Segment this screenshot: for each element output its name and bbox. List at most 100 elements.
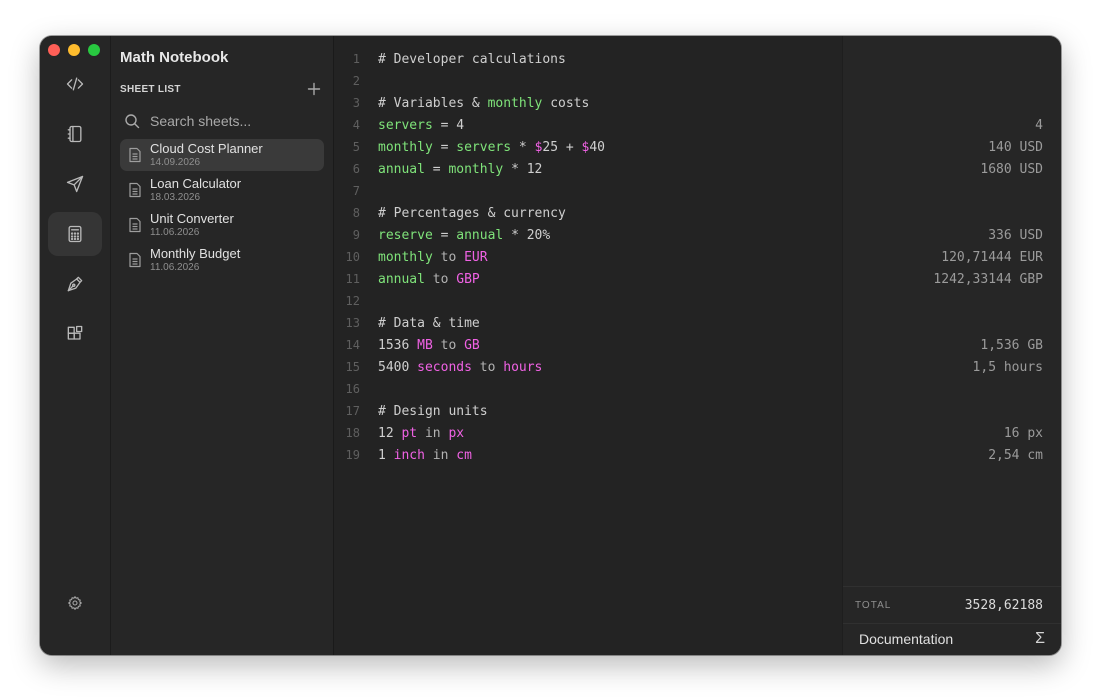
sheet-meta: Cloud Cost Planner 14.09.2026 xyxy=(150,142,263,169)
code-line[interactable]: 1 # Developer calculations xyxy=(334,48,842,70)
line-content: 1536 MB to GB xyxy=(378,338,480,353)
total-label: TOTAL xyxy=(855,599,892,611)
token-comment: # Percentages & currency xyxy=(378,205,566,221)
result-value: 4 xyxy=(1035,117,1043,133)
result-value xyxy=(843,400,1061,422)
add-sheet-button[interactable] xyxy=(306,81,322,97)
line-number: 12 xyxy=(345,294,360,308)
activity-send-button[interactable] xyxy=(48,162,102,206)
token-num: 1536 xyxy=(378,337,418,353)
token-unit: GB xyxy=(464,337,480,353)
code-line[interactable]: 9 reserve = annual * 20% xyxy=(334,224,842,246)
code-line[interactable]: 3 # Variables & monthly costs xyxy=(334,92,842,114)
token-op: + xyxy=(558,139,582,155)
token-var: annual xyxy=(456,227,504,243)
token-kw: to xyxy=(471,359,504,375)
code-line[interactable]: 11 annual to GBP xyxy=(334,268,842,290)
sheet-item[interactable]: Cloud Cost Planner 14.09.2026 xyxy=(120,139,324,171)
token-kw: to xyxy=(432,337,465,353)
result-lines: 4 140 USD 1680 USD 336 USD 120,71444 EUR 1242… xyxy=(843,48,1061,466)
line-number: 1 xyxy=(352,52,360,66)
activity-blocks-button[interactable] xyxy=(48,312,102,356)
plus-icon xyxy=(307,82,321,96)
app-window: Math Notebook SHEET LIST Cloud Cost Plan… xyxy=(40,36,1061,655)
code-line[interactable]: 13 # Data & time xyxy=(334,312,842,334)
gear-icon xyxy=(68,596,82,610)
minimize-window-button[interactable] xyxy=(68,44,80,56)
token-var: monthly xyxy=(448,161,504,177)
token-num: 5400 xyxy=(378,359,418,375)
line-content: reserve = annual * 20% xyxy=(378,228,550,243)
code-line[interactable]: 6 annual = monthly * 12 xyxy=(334,158,842,180)
search-icon xyxy=(125,114,140,129)
line-content: # Data & time xyxy=(378,316,480,331)
token-num: 25 xyxy=(542,139,559,155)
result-value: 2,54 cm xyxy=(988,447,1043,463)
code-line[interactable]: 12 xyxy=(334,290,842,312)
token-comment: # Design units xyxy=(378,403,488,419)
activity-code-button[interactable] xyxy=(48,62,102,106)
settings-button[interactable] xyxy=(67,595,83,611)
code-line[interactable]: 18 12 pt in px xyxy=(334,422,842,444)
document-icon xyxy=(129,182,141,198)
sheet-item[interactable]: Monthly Budget 11.06.2026 xyxy=(120,244,324,276)
code-line[interactable]: 5 monthly = servers * $25 + $40 xyxy=(334,136,842,158)
token-kw: in xyxy=(417,425,449,441)
line-content: annual = monthly * 12 xyxy=(378,162,542,177)
activity-notebook-button[interactable] xyxy=(48,112,102,156)
result-value: 120,71444 EUR xyxy=(941,249,1043,265)
documentation-label: Documentation xyxy=(859,631,954,647)
line-number: 10 xyxy=(345,250,360,264)
documentation-button[interactable]: Documentation Σ xyxy=(843,623,1061,655)
line-number: 4 xyxy=(352,118,360,132)
code-line[interactable]: 16 xyxy=(334,378,842,400)
document-icon xyxy=(129,147,141,163)
code-line[interactable]: 4 servers = 4 xyxy=(334,114,842,136)
code-editor[interactable]: 1 # Developer calculations 2 3 # Variables &… xyxy=(334,36,843,655)
token-comment: # Data & time xyxy=(378,315,480,331)
line-number: 6 xyxy=(352,162,360,176)
activity-calculator-button[interactable] xyxy=(48,212,102,256)
token-unit: inch xyxy=(393,447,425,463)
line-content: monthly to EUR xyxy=(378,250,488,265)
code-line[interactable]: 2 xyxy=(334,70,842,92)
line-number: 13 xyxy=(345,316,360,330)
sheet-meta: Unit Converter 11.06.2026 xyxy=(150,212,234,239)
line-number: 5 xyxy=(352,140,360,154)
app-title: Math Notebook xyxy=(120,49,229,66)
maximize-window-button[interactable] xyxy=(88,44,100,56)
activity-pen-button[interactable] xyxy=(48,262,102,306)
result-value: 16 px xyxy=(1003,425,1043,441)
line-content: # Developer calculations xyxy=(378,52,566,67)
code-line[interactable]: 17 # Design units xyxy=(334,400,842,422)
token-var: monthly xyxy=(378,139,433,155)
result-value: 1,536 GB xyxy=(980,337,1043,353)
code-line[interactable]: 7 xyxy=(334,180,842,202)
sheet-date: 11.06.2026 xyxy=(150,227,200,238)
code-line[interactable]: 19 1 inch in cm xyxy=(334,444,842,466)
code-line[interactable]: 15 5400 seconds to hours xyxy=(334,356,842,378)
token-op: = xyxy=(432,227,457,243)
code-line[interactable]: 8 # Percentages & currency xyxy=(334,202,842,224)
token-comment: # Variables & xyxy=(378,95,488,111)
line-number: 9 xyxy=(352,228,360,242)
sheet-name: Loan Calculator xyxy=(150,176,242,191)
close-window-button[interactable] xyxy=(48,44,60,56)
token-kw: to xyxy=(432,249,465,265)
pen-tool-icon xyxy=(67,276,83,292)
sheet-name: Monthly Budget xyxy=(150,246,241,261)
line-content: # Design units xyxy=(378,404,488,419)
search-input[interactable] xyxy=(148,112,322,130)
sheet-meta: Loan Calculator 18.03.2026 xyxy=(150,176,242,204)
code-line[interactable]: 10 monthly to EUR xyxy=(334,246,842,268)
sheet-date: 14.09.2026 xyxy=(150,157,201,168)
code-line[interactable]: 14 1536 MB to GB xyxy=(334,334,842,356)
sheet-item[interactable]: Loan Calculator 18.03.2026 xyxy=(120,174,324,206)
sheet-item[interactable]: Unit Converter 11.06.2026 xyxy=(120,209,324,241)
blocks-icon xyxy=(67,325,83,340)
result-value xyxy=(843,378,1061,400)
line-number: 16 xyxy=(345,382,360,396)
sigma-icon[interactable]: Σ xyxy=(1035,630,1045,648)
result-value xyxy=(843,92,1061,114)
token-op: = xyxy=(432,117,457,133)
